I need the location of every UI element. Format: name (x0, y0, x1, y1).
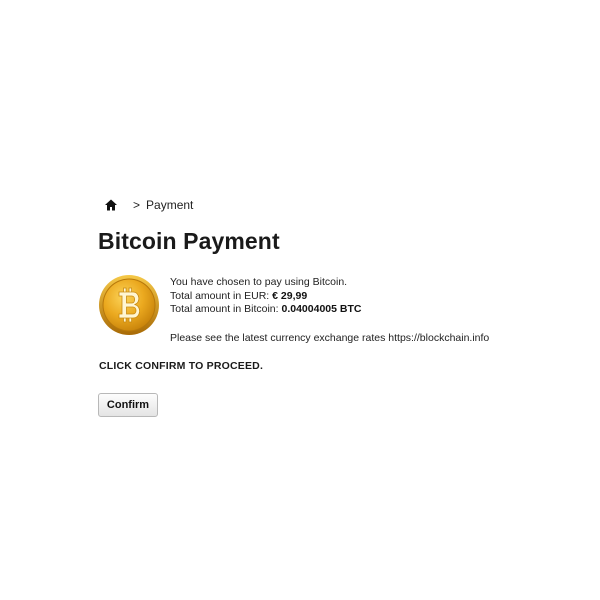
breadcrumb-separator: > (133, 198, 141, 212)
eur-amount-row: Total amount in EUR: € 29,99 (170, 290, 361, 304)
proceed-instruction: CLICK CONFIRM TO PROCEED. (99, 360, 264, 372)
bitcoin-coin-icon (98, 274, 160, 336)
payment-info: You have chosen to pay using Bitcoin. To… (170, 276, 361, 317)
page-title: Bitcoin Payment (98, 228, 280, 254)
breadcrumb-current: Payment (146, 198, 194, 212)
btc-amount-value: 0.04004005 BTC (281, 303, 362, 315)
btc-amount-label: Total amount in Bitcoin: (170, 303, 282, 315)
payment-intro: You have chosen to pay using Bitcoin. (170, 276, 348, 288)
btc-amount-row: Total amount in Bitcoin: 0.04004005 BTC (170, 303, 361, 317)
eur-amount-label: Total amount in EUR: (170, 289, 273, 302)
confirm-button[interactable]: Confirm (98, 393, 158, 417)
home-icon[interactable] (104, 198, 118, 212)
exchange-rates-note: Please see the latest currency exchange … (170, 332, 490, 344)
breadcrumb: > Payment (104, 196, 193, 214)
eur-amount-value: € 29,99 (272, 289, 308, 302)
